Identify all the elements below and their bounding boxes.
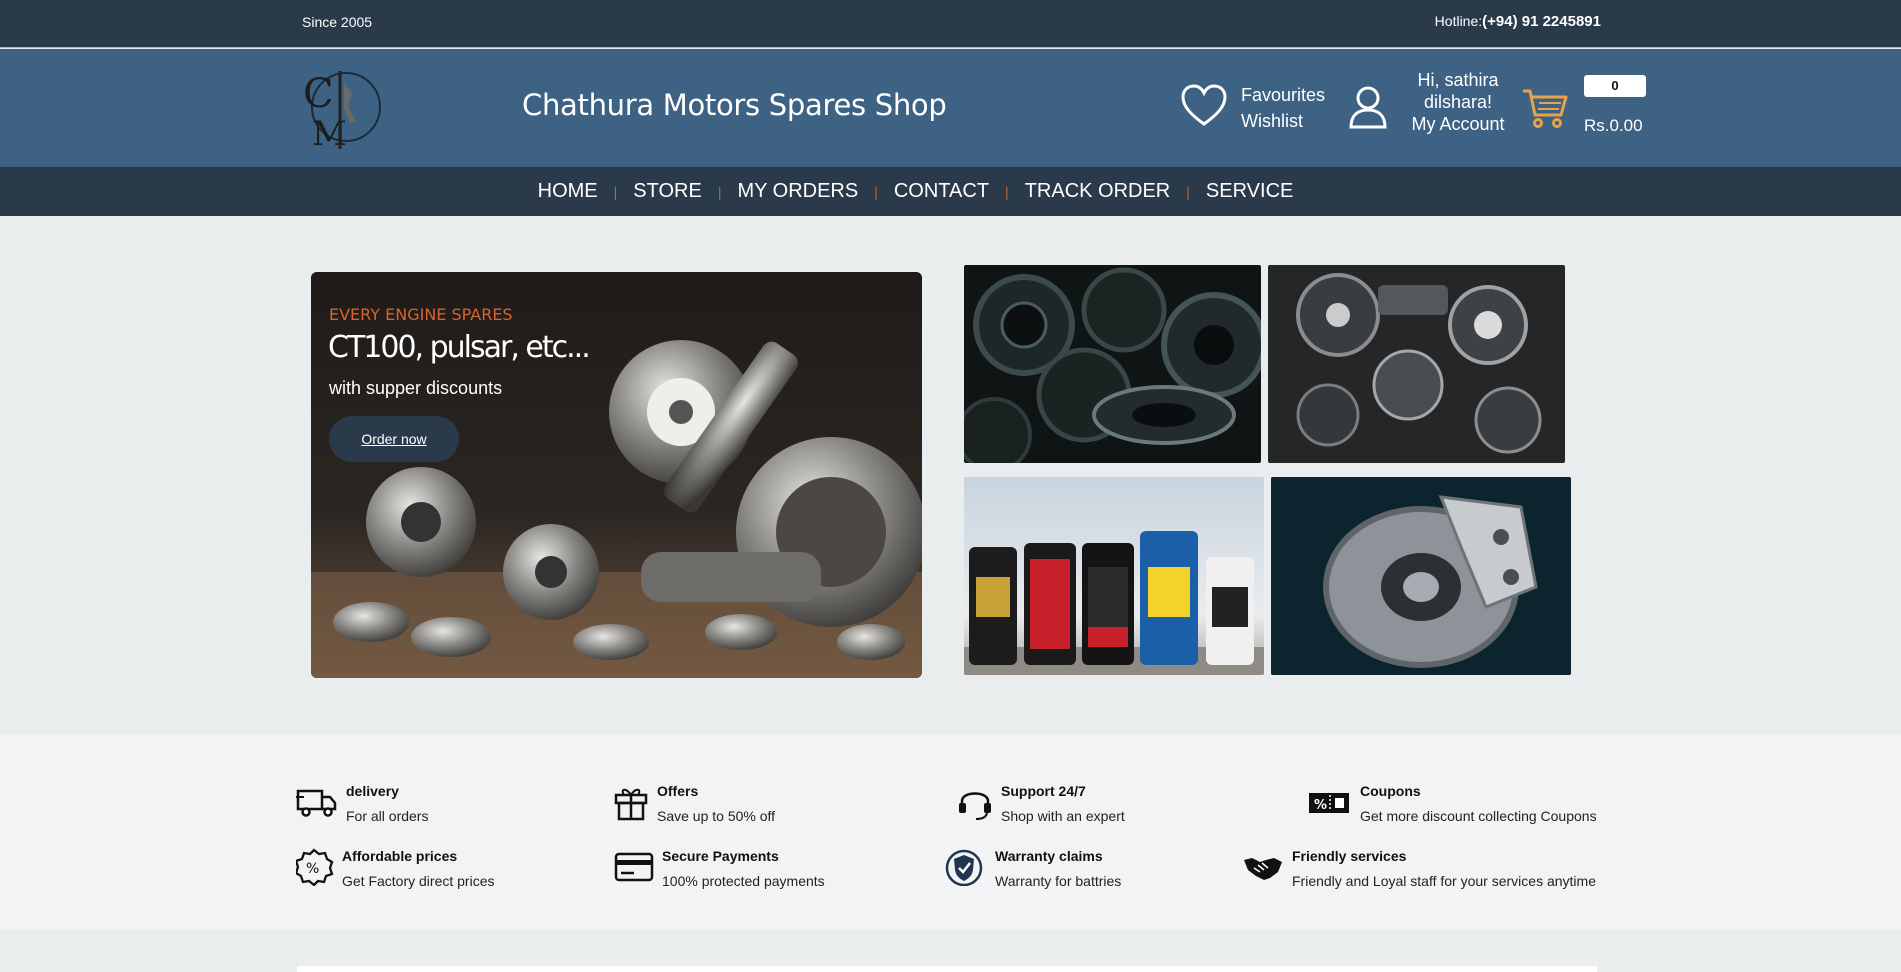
svg-text:M: M — [312, 114, 347, 153]
user-greeting: Hi, sathira dilshara! — [1417, 70, 1499, 112]
gears-image-tile[interactable] — [964, 265, 1261, 463]
nav-separator: | — [613, 183, 618, 200]
my-account-label[interactable]: My Account — [1405, 113, 1511, 135]
feature-desc: 100% protected payments — [662, 873, 825, 889]
hotline-label: Hotline: — [1434, 13, 1483, 29]
nav-track-order[interactable]: TRACK ORDER — [1025, 180, 1171, 203]
shield-check-icon — [945, 849, 983, 886]
hero-banner[interactable]: EVERY ENGINE SPARES CT100, pulsar, etc..… — [311, 272, 922, 678]
coupon-icon: % — [1309, 793, 1349, 813]
engine-image-tile[interactable] — [1268, 265, 1565, 463]
headset-icon — [959, 792, 991, 820]
feature-desc: Get Factory direct prices — [342, 873, 495, 889]
feature-desc: For all orders — [346, 808, 429, 824]
heart-icon[interactable] — [1180, 84, 1228, 128]
engine-oil-image-tile[interactable] — [964, 477, 1264, 675]
nav-separator: | — [1005, 183, 1009, 200]
order-now-button[interactable]: Order now — [329, 416, 459, 462]
svg-text:%: % — [1314, 798, 1327, 813]
feature-desc: Shop with an expert — [1001, 808, 1125, 824]
account-link[interactable]: Hi, sathira dilshara! My Account — [1405, 69, 1511, 135]
credit-card-icon — [614, 852, 654, 882]
feature-title: Warranty claims — [995, 848, 1103, 864]
hotline: Hotline:(+94) 91 2245891 — [1435, 13, 1601, 30]
feature-title: Affordable prices — [342, 848, 458, 864]
percent-badge-icon: % — [296, 848, 334, 886]
wishlist-label[interactable]: Wishlist — [1241, 108, 1325, 134]
feature-title: Coupons — [1360, 783, 1421, 799]
feature-desc: Save up to 50% off — [657, 808, 776, 824]
feature-title: Secure Payments — [662, 848, 779, 864]
nav-list: HOME | STORE | MY ORDERS | CONTACT | TRA… — [538, 180, 1294, 203]
nav-contact[interactable]: CONTACT — [894, 180, 989, 203]
since-text: Since 2005 — [302, 14, 373, 30]
nav-separator: | — [1186, 183, 1190, 200]
feature-desc: Warranty for battries — [995, 873, 1122, 889]
feature-title: Support 24/7 — [1001, 783, 1086, 799]
feature-title: delivery — [346, 783, 399, 799]
gift-icon — [614, 788, 648, 821]
feature-desc: Friendly and Loyal staff for your servic… — [1292, 873, 1596, 889]
feature-title: Friendly services — [1292, 848, 1407, 864]
cart-count-badge[interactable]: 0 — [1584, 75, 1646, 97]
hotline-number[interactable]: (+94) 91 2245891 — [1482, 13, 1601, 30]
bottom-card-edge — [297, 966, 1597, 972]
hero-subtitle: with supper discounts — [329, 378, 503, 398]
favourites-label[interactable]: Favourites — [1241, 82, 1325, 108]
main-nav: HOME | STORE | MY ORDERS | CONTACT | TRA… — [0, 167, 1901, 216]
hero-title: CT100, pulsar, etc... — [328, 330, 591, 365]
site-header: C M Chathura Motors Spares Shop Favourit… — [0, 49, 1901, 167]
favourites-link[interactable]: Favourites Wishlist — [1241, 82, 1325, 134]
nav-store[interactable]: STORE — [633, 180, 702, 203]
handshake-icon — [1244, 858, 1282, 880]
svg-text:%: % — [306, 861, 319, 877]
brake-disc-image-tile[interactable] — [1271, 477, 1571, 675]
nav-service[interactable]: SERVICE — [1206, 180, 1293, 203]
features-section: delivery For all orders Offers Save up t… — [0, 735, 1901, 930]
nav-separator: | — [874, 183, 878, 200]
hero-eyebrow: EVERY ENGINE SPARES — [329, 305, 513, 324]
nav-separator: | — [717, 183, 722, 200]
svg-text:C: C — [303, 71, 334, 117]
feature-title: Offers — [657, 783, 699, 799]
user-icon[interactable] — [1348, 85, 1388, 129]
shop-title[interactable]: Chathura Motors Spares Shop — [522, 88, 947, 122]
nav-my-orders[interactable]: MY ORDERS — [737, 180, 858, 203]
cart-icon[interactable] — [1521, 83, 1569, 131]
delivery-truck-icon — [296, 789, 337, 817]
hero-section: EVERY ENGINE SPARES CT100, pulsar, etc..… — [0, 216, 1901, 735]
cart-total[interactable]: Rs.0.00 — [1584, 116, 1643, 136]
feature-desc: Get more discount collecting Coupons — [1360, 808, 1597, 824]
nav-home[interactable]: HOME — [538, 180, 598, 203]
shop-logo[interactable]: C M — [300, 63, 388, 154]
top-bar: Since 2005 Hotline:(+94) 91 2245891 — [0, 0, 1901, 48]
